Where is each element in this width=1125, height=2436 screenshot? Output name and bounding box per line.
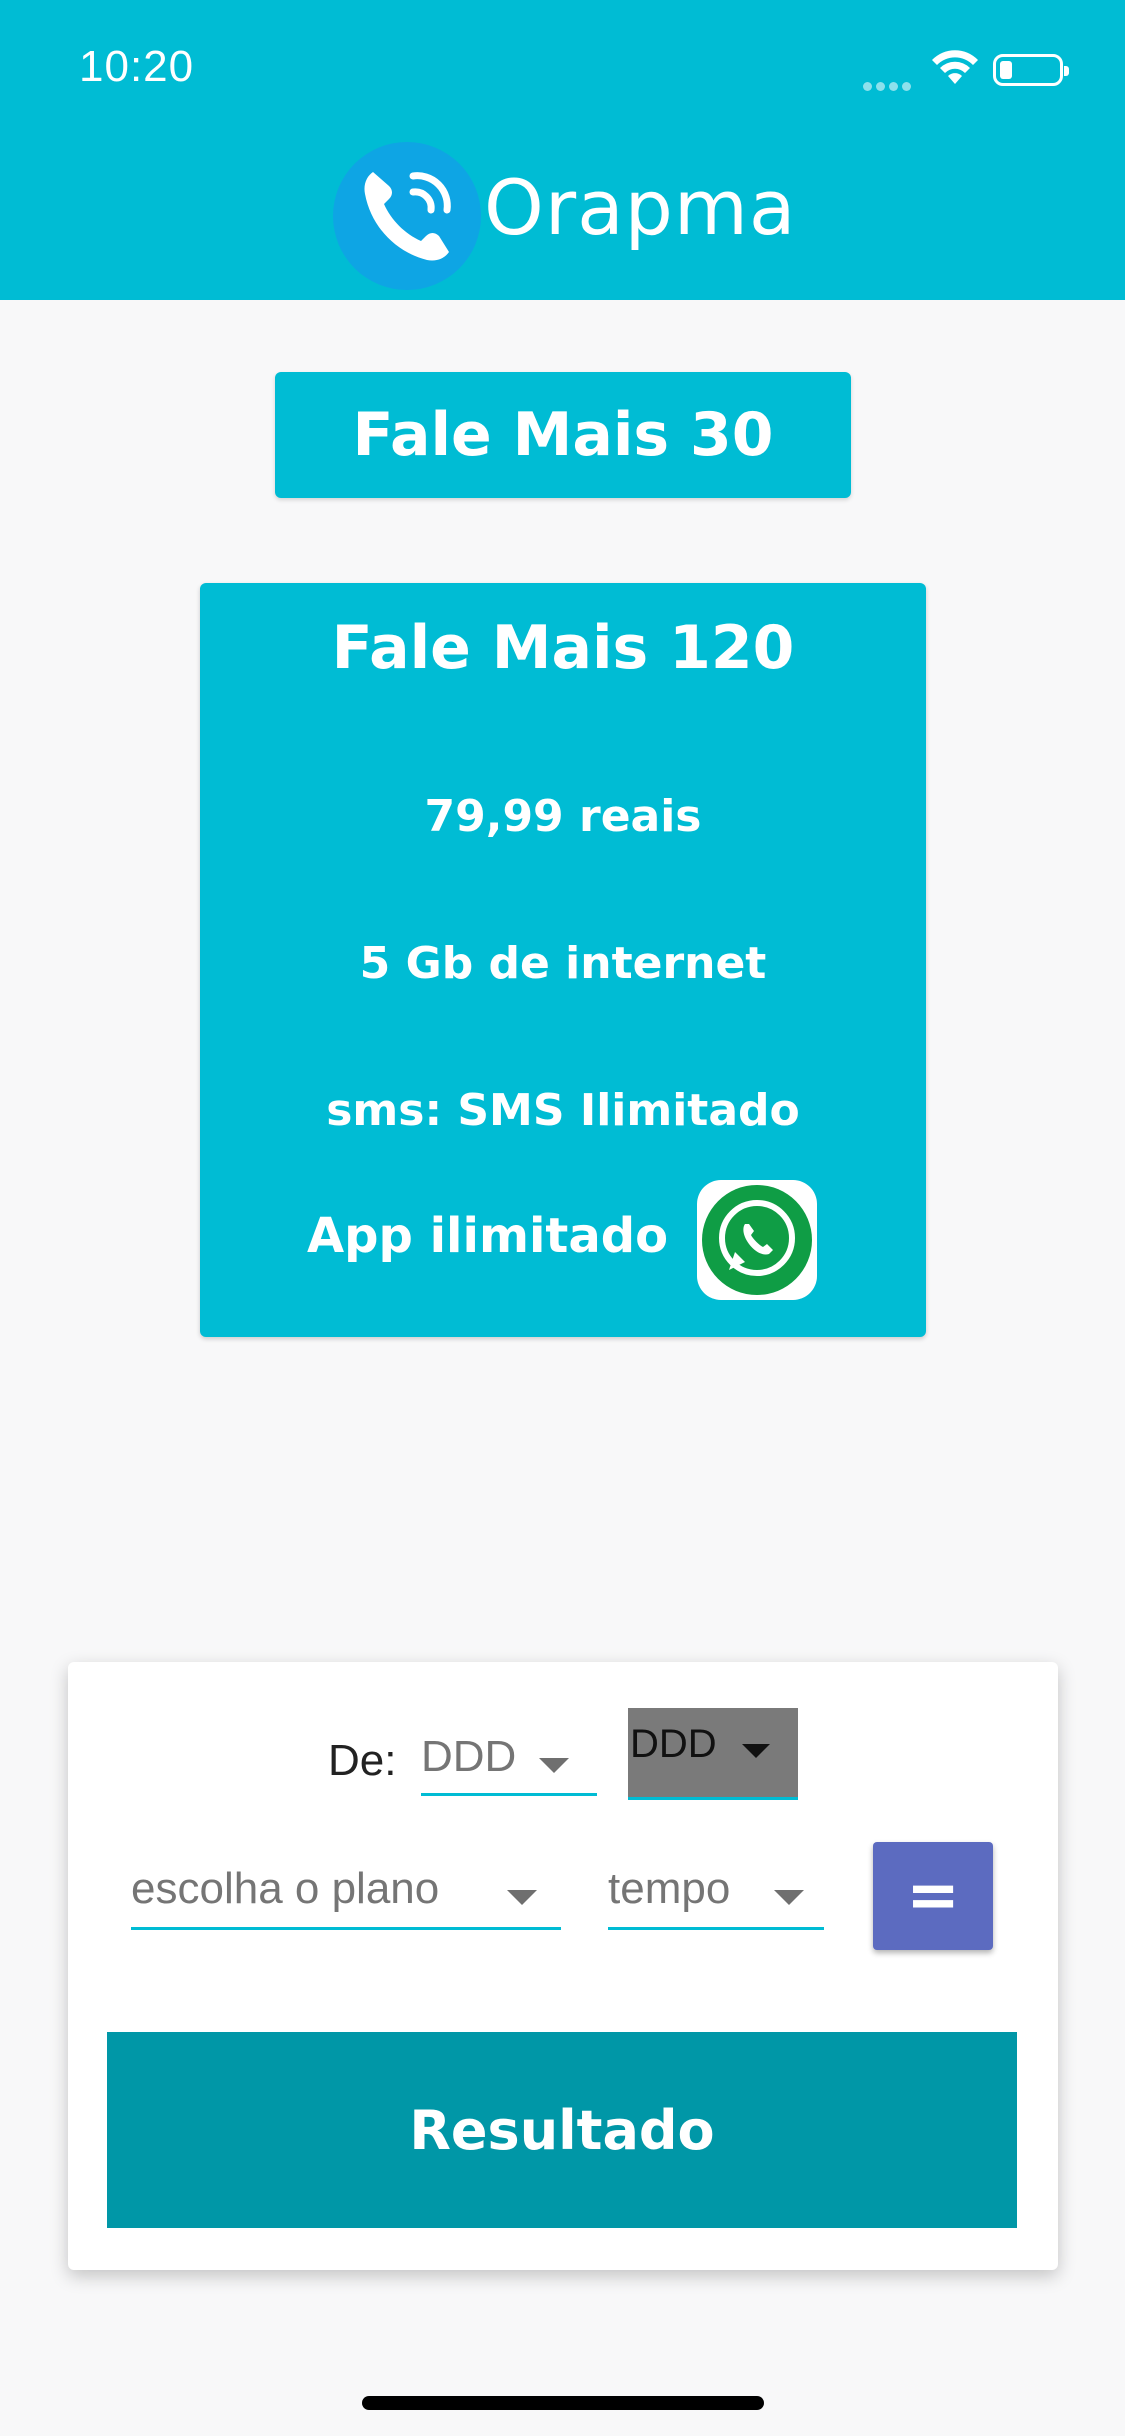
time-dropdown[interactable]: tempo <box>608 1862 824 1930</box>
signal-icon <box>863 76 915 91</box>
plan-dropdown[interactable]: escolha o plano <box>131 1862 561 1930</box>
app-name: Orapma <box>484 163 797 252</box>
from-ddd-placeholder: DDD <box>421 1732 517 1781</box>
plan-app-label: App ilimitado <box>307 1208 669 1264</box>
home-indicator[interactable] <box>362 2396 764 2410</box>
result-button[interactable]: Resultado <box>107 2032 1017 2228</box>
equals-button[interactable]: = <box>873 1842 993 1950</box>
chevron-down-icon <box>774 1890 804 1905</box>
logo <box>333 142 481 290</box>
chevron-down-icon <box>742 1744 770 1758</box>
wifi-icon <box>932 50 978 84</box>
plan-title: Fale Mais 120 <box>331 613 795 683</box>
from-ddd-dropdown[interactable]: DDD <box>421 1730 597 1796</box>
calculator-form: De: DDD DDD escolha o plano tempo = Resu… <box>68 1662 1058 2270</box>
status-time: 10:20 <box>79 42 195 91</box>
app-header: 10:20 Orapma <box>0 0 1125 300</box>
chevron-down-icon <box>539 1758 569 1773</box>
plan-card[interactable]: Fale Mais 120 79,99 reais 5 Gb de intern… <box>200 583 926 1337</box>
battery-icon <box>993 54 1069 86</box>
whatsapp-icon <box>697 1180 817 1300</box>
phone-icon <box>364 172 451 261</box>
chevron-down-icon <box>507 1890 537 1905</box>
plan-price: 79,99 reais <box>424 791 702 842</box>
plan-placeholder: escolha o plano <box>131 1864 440 1913</box>
time-placeholder: tempo <box>608 1864 731 1913</box>
from-label: De: <box>328 1736 397 1785</box>
to-ddd-value: DDD <box>630 1722 717 1766</box>
status-indicators <box>863 46 1083 91</box>
plan-sms: sms: SMS Ilimitado <box>326 1085 800 1136</box>
plan-fale-mais-30-button[interactable]: Fale Mais 30 <box>275 372 851 498</box>
plan-internet: 5 Gb de internet <box>359 938 767 989</box>
to-ddd-dropdown[interactable]: DDD <box>628 1708 798 1800</box>
